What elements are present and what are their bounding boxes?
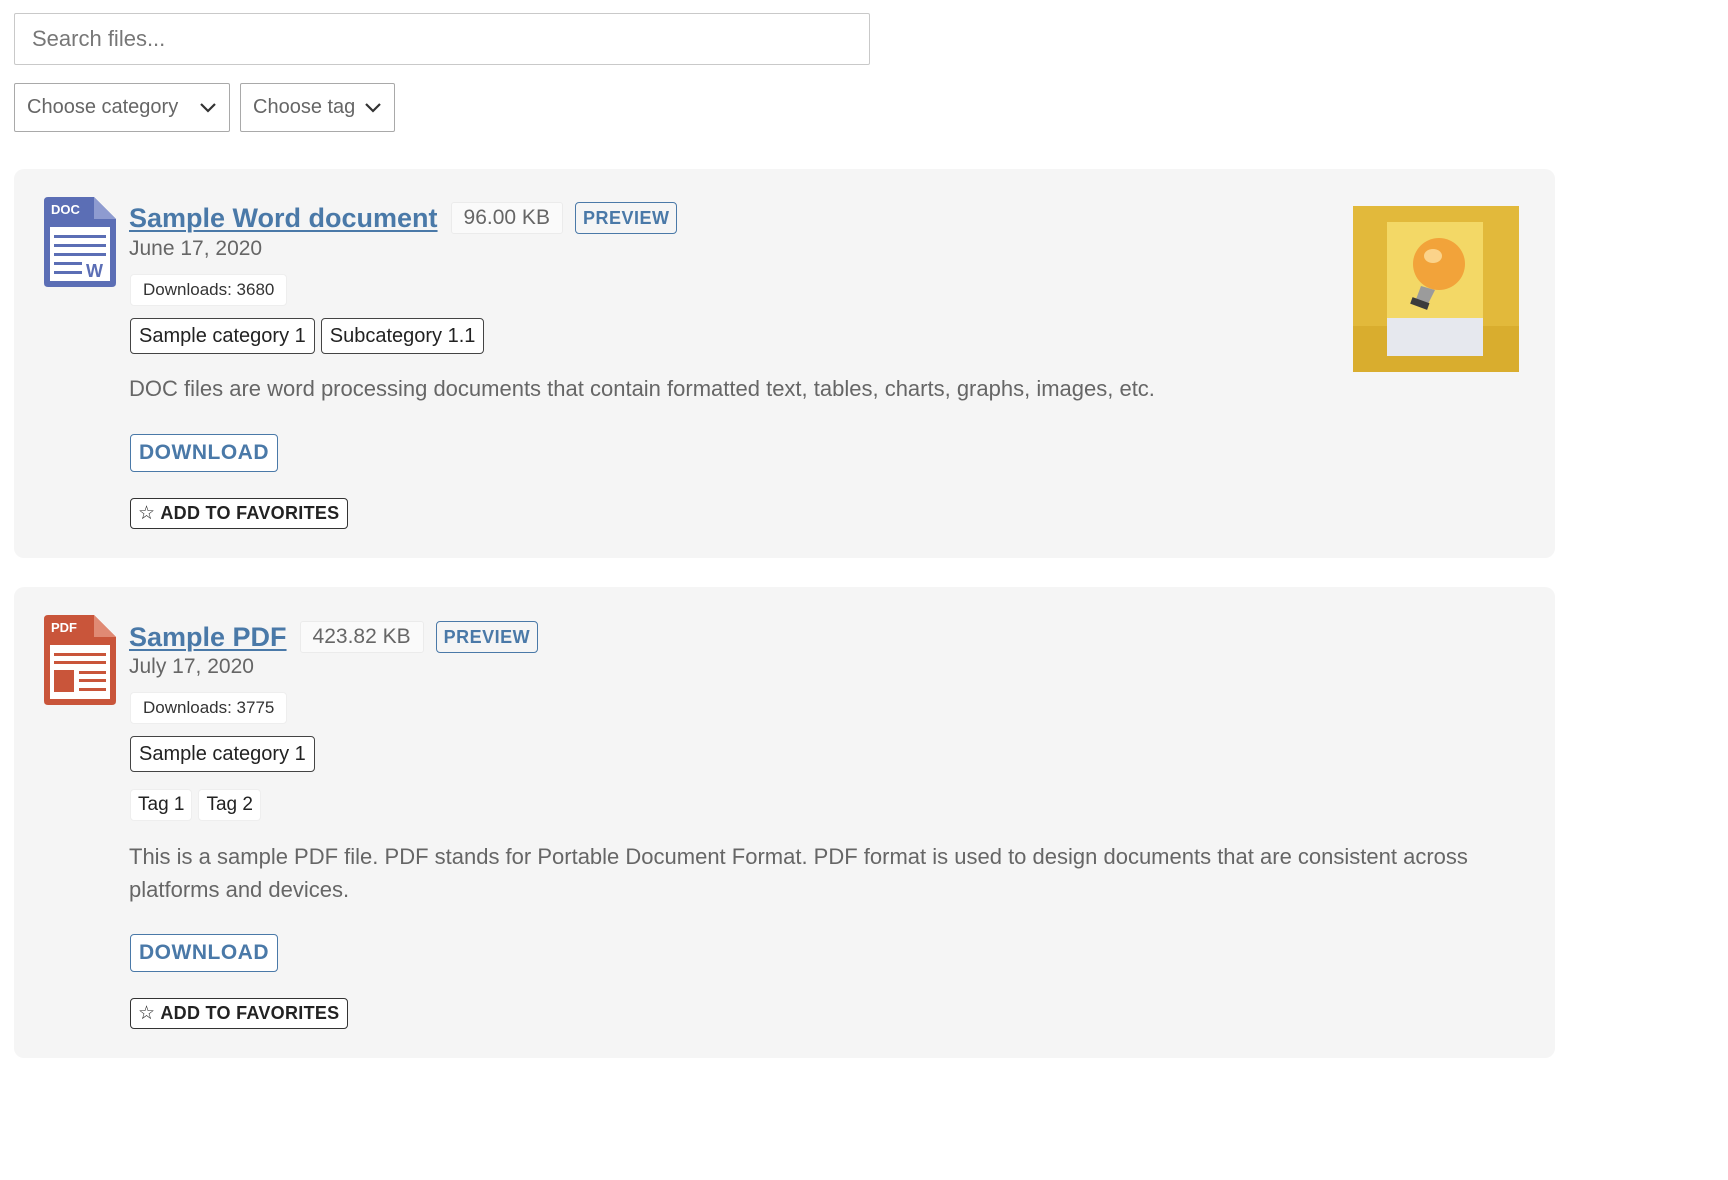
file-description: DOC files are word processing documents …: [129, 376, 1155, 401]
svg-text:W: W: [86, 261, 103, 281]
download-count: Downloads: 3775: [130, 692, 288, 724]
chevron-down-icon: [365, 102, 381, 113]
file-description: This is a sample PDF file. PDF stands fo…: [129, 844, 1468, 902]
star-outline-icon: ☆: [138, 1003, 156, 1024]
add-to-favorites-button[interactable]: ☆ ADD TO FAVORITES: [130, 998, 348, 1029]
tag-select[interactable]: Choose tag: [240, 83, 395, 132]
svg-text:DOC: DOC: [51, 202, 81, 217]
file-card: DOC W Sample Word document 96.00 KB PREV…: [14, 169, 1555, 558]
file-size: 96.00 KB: [450, 202, 563, 234]
file-title-link[interactable]: Sample Word document: [129, 203, 438, 234]
add-to-favorites-button[interactable]: ☆ ADD TO FAVORITES: [130, 498, 348, 529]
tag-select-label: Choose tag: [253, 96, 356, 118]
star-outline-icon: ☆: [138, 503, 156, 524]
category-list: Sample category 1: [130, 736, 315, 772]
file-title-link[interactable]: Sample PDF: [129, 622, 287, 653]
chevron-down-icon: [200, 102, 216, 113]
tag-chip[interactable]: Tag 2: [198, 789, 261, 821]
pdf-file-icon: PDF: [44, 615, 116, 705]
doc-file-icon: DOC W: [44, 197, 116, 287]
file-thumbnail: [1353, 206, 1519, 372]
search-input[interactable]: [14, 13, 870, 65]
category-select[interactable]: Choose category: [14, 83, 230, 132]
category-list: Sample category 1 Subcategory 1.1: [130, 318, 485, 354]
category-chip[interactable]: Sample category 1: [130, 736, 315, 772]
category-chip[interactable]: Subcategory 1.1: [320, 318, 485, 354]
download-count: Downloads: 3680: [130, 274, 288, 306]
category-select-label: Choose category: [27, 96, 179, 118]
add-to-favorites-label: ADD TO FAVORITES: [160, 503, 340, 523]
download-button[interactable]: DOWNLOAD: [130, 934, 278, 972]
preview-button[interactable]: PREVIEW: [435, 621, 539, 653]
tag-chip[interactable]: Tag 1: [130, 789, 193, 821]
download-button[interactable]: DOWNLOAD: [130, 434, 278, 472]
file-card: PDF Sample PDF 423.82 KB PREVIEW July 17…: [14, 587, 1555, 1058]
svg-text:PDF: PDF: [51, 620, 77, 635]
add-to-favorites-label: ADD TO FAVORITES: [160, 1003, 340, 1023]
preview-button[interactable]: PREVIEW: [574, 202, 678, 234]
category-chip[interactable]: Sample category 1: [130, 318, 315, 354]
file-date: July 17, 2020: [129, 655, 254, 678]
file-size: 423.82 KB: [299, 621, 424, 653]
tag-list: Tag 1 Tag 2: [130, 789, 261, 821]
file-date: June 17, 2020: [129, 237, 263, 260]
